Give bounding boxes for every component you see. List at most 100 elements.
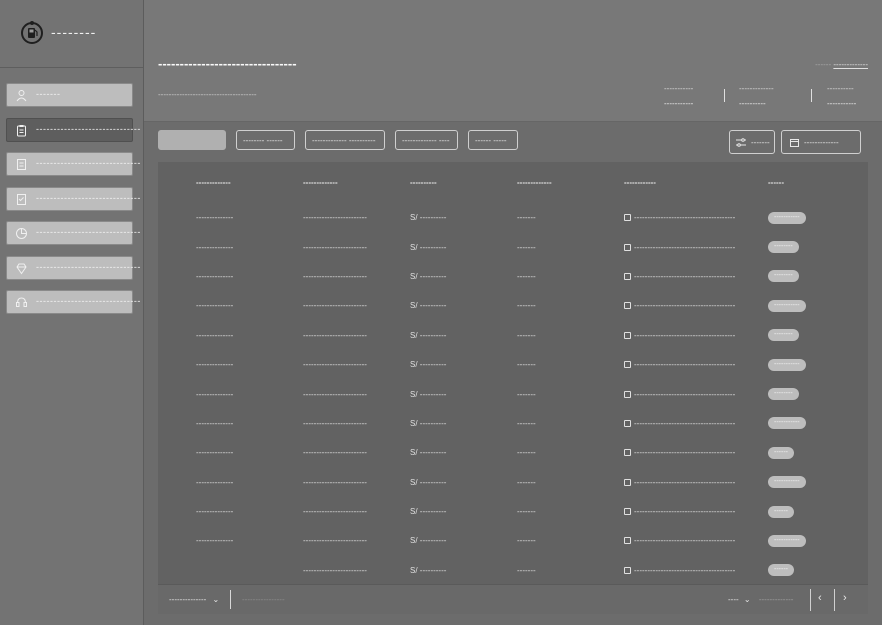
clipboard-icon bbox=[17, 125, 26, 137]
table-row[interactable]: -------------- ------------------------ S/… bbox=[158, 468, 868, 497]
cell-amount: S/ ---------- bbox=[410, 242, 447, 252]
table-row[interactable]: -------------- ------------------------ S/… bbox=[158, 321, 868, 350]
column-header[interactable]: ---------- bbox=[410, 162, 517, 203]
copy-icon[interactable] bbox=[624, 272, 631, 280]
filter-button-label: ------- bbox=[751, 138, 770, 147]
table-row[interactable]: -------------- ------------------------ S/… bbox=[158, 291, 868, 320]
page-title: -------------------------------- bbox=[158, 56, 297, 71]
sidebar-item-checklist[interactable]: ------------------------------ bbox=[6, 187, 140, 211]
sidebar-item-label: ------------------------------ bbox=[36, 296, 141, 306]
cell-reference: -------------------------------------- bbox=[624, 203, 768, 232]
footer-divider bbox=[230, 590, 231, 609]
chevron-down-icon: ⌄ bbox=[212, 595, 220, 604]
cell-amount: S/ ---------- bbox=[410, 565, 447, 575]
rows-per-page-label: -------------- bbox=[169, 595, 207, 604]
table-row[interactable]: -------------- ------------------------ S/… bbox=[158, 497, 868, 526]
copy-icon[interactable] bbox=[624, 478, 631, 486]
cell-date: ------- bbox=[517, 565, 536, 575]
date-range-button[interactable]: ------------- bbox=[781, 130, 861, 154]
cell-amount: S/ ---------- bbox=[410, 360, 447, 370]
sidebar-item-label: ------------------------------ bbox=[36, 227, 141, 237]
stat-divider bbox=[811, 89, 812, 102]
filter-button[interactable]: ------- bbox=[729, 130, 775, 154]
sidebar-item-label: ------------------------------ bbox=[36, 193, 141, 203]
copy-icon[interactable] bbox=[624, 566, 631, 574]
column-header[interactable]: ------ bbox=[768, 162, 868, 203]
cell-date: ------- bbox=[517, 448, 536, 458]
cell-reference-text: -------------------------------------- bbox=[634, 477, 736, 487]
table-row[interactable]: -------------- ------------------------ S/… bbox=[158, 379, 868, 408]
status-badge: ----------- bbox=[768, 358, 806, 371]
pie-chart-icon bbox=[16, 228, 27, 239]
column-header[interactable]: ------------- bbox=[517, 162, 624, 203]
cell-reference-text: -------------------------------------- bbox=[634, 271, 736, 281]
copy-icon[interactable] bbox=[624, 508, 631, 516]
cell-client: ------------------------ bbox=[303, 477, 367, 487]
sidebar-item-premium[interactable]: ------------------------------ bbox=[6, 256, 140, 280]
cell-code: -------------- bbox=[196, 360, 234, 370]
table-row[interactable]: -------------- ------------------------ S/… bbox=[158, 409, 868, 438]
stat-value: ---------- bbox=[827, 84, 854, 93]
page-label: ---- bbox=[728, 595, 739, 604]
cell-client: ------------------------ bbox=[303, 507, 367, 517]
page-select[interactable]: ---- ⌄ ------------- bbox=[728, 595, 793, 604]
cell-status: -------- bbox=[768, 321, 868, 350]
sidebar-item-reports[interactable]: ------------------------------ bbox=[6, 221, 140, 245]
cell-client: ------------------------ bbox=[303, 418, 367, 428]
previous-page-button[interactable]: ‹ bbox=[810, 589, 832, 611]
table-row[interactable]: -------------- ------------------------ S/… bbox=[158, 262, 868, 291]
table-row[interactable]: -------------- ------------------------ S/… bbox=[158, 203, 868, 232]
filter-chip[interactable]: ------ ----- bbox=[468, 130, 518, 150]
copy-icon[interactable] bbox=[624, 449, 631, 457]
next-page-button[interactable]: › bbox=[834, 589, 856, 611]
cell-code: -------------- bbox=[196, 213, 234, 223]
cell-date: ------- bbox=[517, 507, 536, 517]
header-top-link[interactable]: ------ ------------- bbox=[815, 60, 868, 69]
filter-chip[interactable]: -------- ------ bbox=[236, 130, 295, 150]
copy-icon[interactable] bbox=[624, 537, 631, 545]
copy-icon[interactable] bbox=[624, 361, 631, 369]
sidebar-item-support[interactable]: ------------------------------ bbox=[6, 290, 140, 314]
column-header[interactable]: ------------- bbox=[303, 162, 410, 203]
cell-reference-text: -------------------------------------- bbox=[634, 418, 736, 428]
sidebar-item-orders[interactable]: ------------------------------ bbox=[6, 118, 140, 142]
cell-date: ------- bbox=[517, 360, 536, 370]
table-row[interactable]: -------------- ------------------------ S/… bbox=[158, 526, 868, 555]
cell-reference-text: -------------------------------------- bbox=[634, 360, 736, 370]
filter-chip-all[interactable] bbox=[158, 130, 226, 150]
table-row[interactable]: -------------- ------------------------ S/… bbox=[158, 438, 868, 467]
cell-date: ------- bbox=[517, 271, 536, 281]
copy-icon[interactable] bbox=[624, 214, 631, 222]
cell-client: ------------------------ bbox=[303, 330, 367, 340]
copy-icon[interactable] bbox=[624, 419, 631, 427]
table-row[interactable]: -------------- ------------------------ S/… bbox=[158, 232, 868, 261]
filter-chip[interactable]: ------------- ---- bbox=[395, 130, 458, 150]
cell-reference: -------------------------------------- bbox=[624, 438, 768, 467]
support-icon bbox=[16, 297, 27, 307]
sidebar-item-label: ------- bbox=[36, 89, 61, 99]
date-range-label: ------------- bbox=[804, 138, 839, 147]
page-subtitle: ------------------------------------- bbox=[158, 90, 257, 99]
diamond-icon bbox=[16, 263, 27, 275]
cell-code: -------------- bbox=[196, 536, 234, 546]
copy-icon[interactable] bbox=[624, 302, 631, 310]
copy-icon[interactable] bbox=[624, 390, 631, 398]
cell-code: -------------- bbox=[196, 389, 234, 399]
filter-chip[interactable]: ------------- ---------- bbox=[305, 130, 385, 150]
copy-icon[interactable] bbox=[624, 331, 631, 339]
column-header[interactable]: ------------ bbox=[624, 162, 768, 203]
rows-per-page-select[interactable]: -------------- ⌄ bbox=[169, 595, 219, 604]
cell-code: -------------- bbox=[196, 418, 234, 428]
cell-date: ------- bbox=[517, 301, 536, 311]
table-row[interactable]: ------------------------ S/ ---------- ---… bbox=[158, 556, 868, 585]
copy-icon[interactable] bbox=[624, 243, 631, 251]
cell-amount: S/ ---------- bbox=[410, 507, 447, 517]
sidebar-item-documents[interactable]: ------------------------------ bbox=[6, 152, 140, 176]
cell-reference: -------------------------------------- bbox=[624, 556, 768, 585]
cell-status: ----------- bbox=[768, 291, 868, 320]
cell-reference: -------------------------------------- bbox=[624, 379, 768, 408]
table-row[interactable]: -------------- ------------------------ S/… bbox=[158, 350, 868, 379]
cell-status: ----------- bbox=[768, 203, 868, 232]
column-header[interactable]: ------------- bbox=[158, 162, 303, 203]
sidebar-item-user[interactable]: ------- bbox=[6, 83, 133, 107]
